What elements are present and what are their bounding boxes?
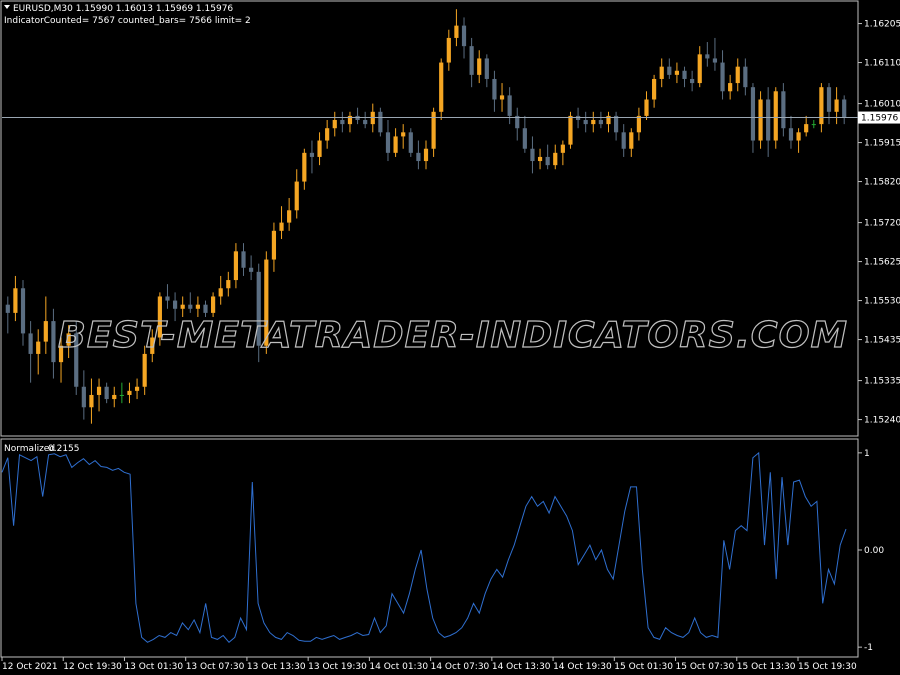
indicator-last-value: 0.2155 bbox=[48, 444, 80, 454]
current-price-label: 1.15976 bbox=[861, 114, 898, 124]
candle bbox=[758, 91, 763, 149]
price-tick-label: 1.16010 bbox=[864, 100, 900, 110]
time-tick-label: 13 Oct 01:30 bbox=[124, 662, 183, 672]
price-tick-label: 1.15435 bbox=[864, 336, 900, 346]
candle bbox=[378, 107, 383, 137]
candle bbox=[408, 128, 413, 157]
indicator-tick-label: 0.00 bbox=[864, 546, 884, 556]
time-tick-label: 13 Oct 07:30 bbox=[186, 662, 245, 672]
time-tick-label: 15 Oct 19:30 bbox=[798, 662, 857, 672]
time-tick-label: 15 Oct 07:30 bbox=[676, 662, 735, 672]
time-tick-label: 15 Oct 13:30 bbox=[737, 662, 796, 672]
price-tick-label: 1.16205 bbox=[864, 20, 900, 30]
time-tick-label: 13 Oct 13:30 bbox=[247, 662, 306, 672]
price-tick-label: 1.15335 bbox=[864, 377, 900, 387]
candle bbox=[439, 58, 444, 121]
time-tick-label: 14 Oct 07:30 bbox=[431, 662, 490, 672]
trading-chart: 1.16205 1.16110 1.16010 1.15915 1.15820 1.157… bbox=[0, 0, 900, 675]
indicator-info: IndicatorCounted= 7567 counted_bars= 756… bbox=[4, 16, 251, 26]
time-tick-label: 12 Oct 19:30 bbox=[63, 662, 122, 672]
price-tick-label: 1.15240 bbox=[864, 416, 900, 426]
price-tick-label: 1.15530 bbox=[864, 297, 900, 307]
time-tick-label: 14 Oct 01:30 bbox=[369, 662, 428, 672]
price-tick-label: 1.15915 bbox=[864, 139, 900, 149]
price-tick-label: 1.15625 bbox=[864, 258, 900, 268]
time-tick-label: 14 Oct 13:30 bbox=[492, 662, 551, 672]
time-tick-label: 13 Oct 19:30 bbox=[308, 662, 367, 672]
price-tick-label: 1.15720 bbox=[864, 219, 900, 229]
symbol-info: EURUSD,M30 1.15990 1.16013 1.15969 1.159… bbox=[13, 4, 233, 14]
time-tick-label: 12 Oct 2021 bbox=[2, 662, 58, 672]
price-tick-label: 1.15820 bbox=[864, 178, 900, 188]
time-tick-label: 14 Oct 19:30 bbox=[553, 662, 612, 672]
indicator-tick-label: 1 bbox=[864, 449, 870, 459]
time-tick-label: 15 Oct 01:30 bbox=[614, 662, 673, 672]
indicator-tick-label: -1 bbox=[864, 643, 873, 653]
price-tick-label: 1.16110 bbox=[864, 59, 900, 69]
watermark: BEST-METATRADER-INDICATORS.COM bbox=[58, 315, 848, 356]
